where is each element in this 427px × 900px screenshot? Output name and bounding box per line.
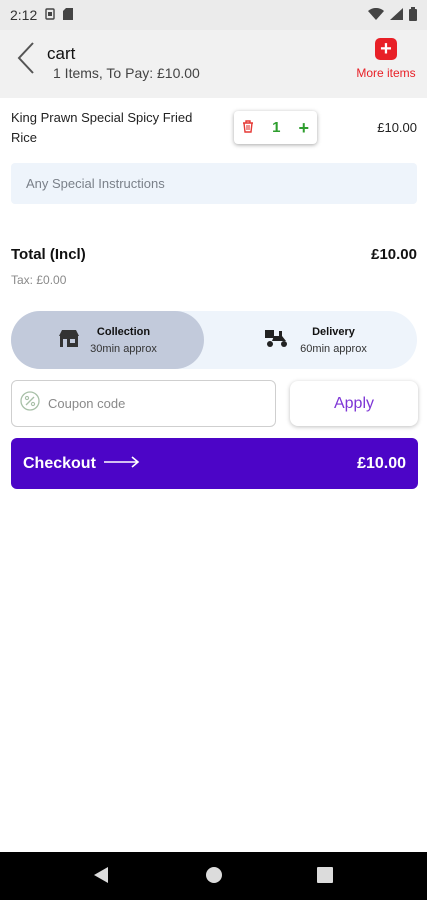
wifi-icon xyxy=(368,7,384,23)
chevron-left-icon xyxy=(16,41,36,80)
total-label: Total (Incl) xyxy=(11,246,86,263)
coupon-field xyxy=(11,380,276,427)
delivery-title: Delivery xyxy=(312,325,355,338)
status-right xyxy=(368,6,417,24)
back-button[interactable] xyxy=(12,40,40,80)
back-triangle-icon[interactable] xyxy=(93,866,109,889)
delivery-scooter-icon xyxy=(264,328,290,353)
order-mode-toggle: Collection 30min approx Delivery 60min a… xyxy=(11,311,417,369)
more-items-label: More items xyxy=(356,66,416,80)
cart-summary: 1 Items, To Pay: £10.00 xyxy=(53,65,200,81)
special-instructions-placeholder: Any Special Instructions xyxy=(26,176,165,191)
plus-square-icon: + xyxy=(375,38,397,60)
collection-title: Collection xyxy=(96,325,151,338)
page-title: cart xyxy=(47,44,76,63)
home-circle-icon[interactable] xyxy=(205,866,223,889)
trash-icon[interactable] xyxy=(242,119,254,136)
delivery-time: 60min approx xyxy=(300,342,367,355)
sim-icon xyxy=(45,7,55,23)
store-icon xyxy=(58,328,80,353)
tax-label: Tax: £0.00 xyxy=(11,273,67,287)
status-bar: 2:12 xyxy=(0,0,427,30)
signal-icon xyxy=(390,7,403,23)
collection-option[interactable]: Collection 30min approx xyxy=(11,311,204,369)
status-left: 2:12 xyxy=(10,7,74,23)
checkout-label: Checkout xyxy=(23,454,96,472)
percent-icon xyxy=(20,391,40,416)
cart-header: cart 1 Items, To Pay: £10.00 + More item… xyxy=(0,30,427,98)
quantity-stepper: 1 + xyxy=(234,111,317,144)
battery-icon xyxy=(409,6,417,24)
sd-card-icon xyxy=(63,7,74,23)
cart-item-name: King Prawn Special Spicy Fried Rice xyxy=(11,110,193,145)
checkout-button[interactable]: Checkout £10.00 xyxy=(11,438,418,489)
more-items-button[interactable]: + More items xyxy=(353,38,419,80)
apply-coupon-button[interactable]: Apply xyxy=(290,381,418,426)
cart-item-price: £10.00 xyxy=(377,120,417,135)
checkout-total: £10.00 xyxy=(357,454,406,472)
total-value: £10.00 xyxy=(371,246,417,263)
arrow-right-icon xyxy=(103,455,140,473)
special-instructions-field[interactable]: Any Special Instructions xyxy=(11,163,417,204)
status-time: 2:12 xyxy=(10,7,38,23)
coupon-input[interactable] xyxy=(48,396,248,411)
delivery-option[interactable]: Delivery 60min approx xyxy=(214,311,417,369)
recents-square-icon[interactable] xyxy=(317,866,333,889)
plus-icon[interactable]: + xyxy=(298,119,309,137)
collection-time: 30min approx xyxy=(90,342,157,355)
quantity-value: 1 xyxy=(272,119,281,136)
delivery-text: Delivery 60min approx xyxy=(300,326,367,355)
system-nav-bar xyxy=(0,852,427,900)
collection-text: Collection 30min approx xyxy=(90,326,157,355)
